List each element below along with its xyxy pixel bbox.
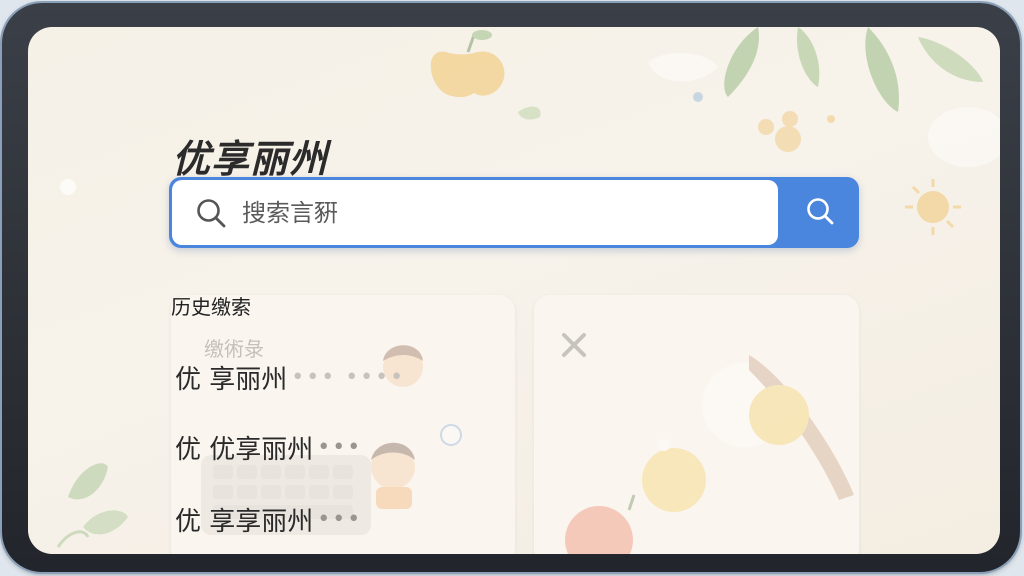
- more-dots: •••: [317, 507, 363, 532]
- search-button[interactable]: [781, 177, 859, 248]
- illustration-card: [534, 295, 859, 554]
- search-field[interactable]: [172, 180, 778, 245]
- tablet-bezel: 优享丽州 搜索言豣 历史缴索 缴術彔 优 享丽州 ••• •••• 优 优享丽州…: [2, 3, 1020, 572]
- more-dots: •••: [317, 435, 363, 460]
- history-item[interactable]: 优 优享丽州 •••: [175, 429, 362, 466]
- history-faded-label: 缴術彔: [204, 337, 264, 361]
- history-item[interactable]: 优 享丽州 ••• ••••: [175, 359, 405, 396]
- search-input[interactable]: [240, 192, 764, 234]
- search-submit-icon: [804, 195, 836, 231]
- history-item-text: 优 享丽州: [175, 365, 288, 395]
- fruit-illustration: [562, 333, 854, 554]
- search-icon: [196, 198, 226, 232]
- history-item-text: 优 享享丽州: [175, 507, 314, 537]
- page-title: 优享丽州: [172, 137, 329, 182]
- history-item[interactable]: 优 享享丽州 •••: [175, 501, 362, 538]
- search-bar: [169, 177, 859, 248]
- history-item-text: 优 优享丽州: [175, 435, 314, 465]
- more-dots: ••• ••••: [291, 365, 406, 390]
- app-screen: 优享丽州 搜索言豣 历史缴索 缴術彔 优 享丽州 ••• •••• 优 优享丽州…: [28, 27, 1000, 554]
- history-section-label: 历史缴索: [171, 295, 251, 319]
